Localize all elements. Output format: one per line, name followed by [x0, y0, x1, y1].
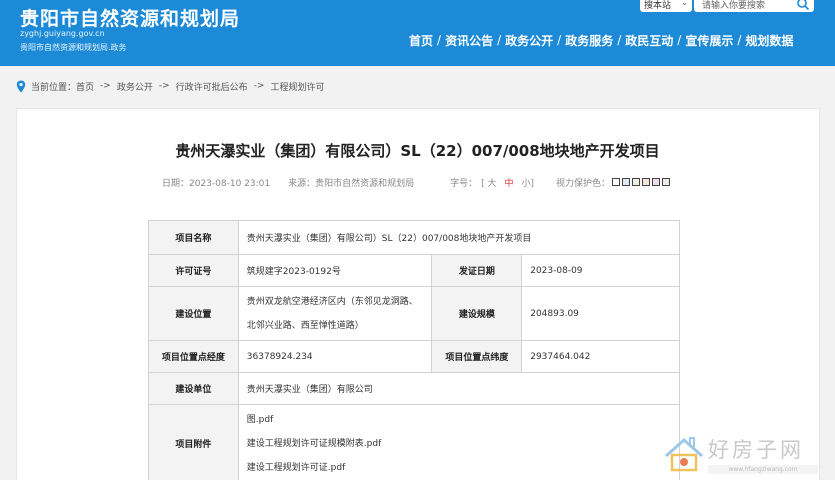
- breadcrumb: 当前位置： 首页 -> 政务公开 -> 行政许可批后公布 -> 工程规划许可: [16, 78, 324, 94]
- breadcrumb-separator: ->: [100, 81, 111, 91]
- nav-divider: /: [497, 33, 502, 47]
- nav-home[interactable]: 首页: [409, 32, 433, 49]
- scale-value: 204893.09: [521, 286, 680, 341]
- site-subtitle: 贵阳市自然资源和规划局.政务: [20, 43, 127, 52]
- permit-no-value: 筑规建字2023-0192号: [237, 254, 433, 287]
- breadcrumb-separator: ->: [253, 81, 265, 91]
- issue-date-label: 发证日期: [431, 254, 523, 287]
- breadcrumb-planning-permit[interactable]: 工程规划许可: [270, 80, 324, 93]
- location-line: 北邻兴业路、西至惮性道路）: [246, 320, 364, 331]
- search-scope-label: 搜本站: [644, 1, 672, 11]
- table-row: 建设单位 贵州天瀑实业（集团）有限公司: [148, 372, 681, 405]
- breadcrumb-separator: ->: [158, 81, 170, 91]
- latitude-label: 项目位置点纬度: [431, 340, 523, 373]
- latitude-value: 2937464.042: [521, 340, 680, 373]
- nav-planning-data[interactable]: 规划数据: [745, 32, 793, 49]
- attachment-link[interactable]: 建设工程规划许可证.pdf: [247, 456, 671, 480]
- location-value: 贵州双龙航空港经济区内（东邻见龙洞路、 北邻兴业路、西至惮性道路）: [237, 286, 433, 341]
- project-name-label: 项目名称: [148, 220, 239, 255]
- site-url: zyghj.guiyang.gov.cn: [20, 29, 105, 38]
- eye-care-swatch[interactable]: [662, 178, 671, 186]
- nav-divider: /: [737, 33, 742, 47]
- eye-care-label: 视力保护色：: [556, 178, 611, 189]
- nav-divider: /: [617, 33, 622, 47]
- eye-care-swatch[interactable]: [612, 178, 621, 186]
- search-scope-select[interactable]: 搜本站 ⌄: [640, 0, 692, 12]
- search-icon[interactable]: [796, 0, 810, 11]
- location-label: 建设位置: [148, 286, 239, 341]
- chevron-down-icon: ⌄: [681, 0, 688, 7]
- nav-interaction[interactable]: 政民互动: [625, 32, 673, 49]
- article-date: 日期：2023-08-10 23:01: [162, 178, 271, 189]
- table-row: 许可证号 筑规建字2023-0192号 发证日期 2023-08-09: [148, 254, 680, 287]
- house-logo-icon: [665, 437, 703, 472]
- watermark-text: 好房子网: [708, 438, 804, 462]
- permit-info-table: 项目名称 贵州天瀑实业（集团）有限公司）SL（22）007/008地块地产开发项…: [148, 220, 681, 480]
- scale-label: 建设规模: [431, 286, 523, 341]
- table-row: 项目位置点经度 36378924.234 项目位置点纬度 2937464.042: [148, 340, 680, 373]
- nav-showcase[interactable]: 宣传展示: [685, 32, 733, 49]
- attachment-link[interactable]: 图.pdf: [247, 408, 671, 432]
- site-header: 贵阳市自然资源和规划局 zyghj.guiyang.gov.cn 贵阳市自然资源…: [0, 0, 835, 66]
- nav-gov-service[interactable]: 政务服务: [565, 32, 613, 49]
- breadcrumb-gov-open[interactable]: 政务公开: [117, 80, 153, 93]
- table-row: 项目附件 图.pdf 建设工程规划许可证规模附表.pdf 建设工程规划许可证.p…: [148, 404, 681, 480]
- font-size-large[interactable]: [ 大: [481, 176, 496, 189]
- eye-care-swatch[interactable]: [632, 178, 641, 186]
- article-source: 来源：贵阳市自然资源和规划局: [288, 178, 415, 189]
- construction-unit-value: 贵州天瀑实业（集团）有限公司: [237, 372, 681, 405]
- longitude-value: 36378924.234: [237, 340, 433, 373]
- article-title: 贵州天瀑实业（集团）有限公司）SL（22）007/008地块地产开发项目: [175, 142, 660, 160]
- attachments-label: 项目附件: [148, 404, 239, 480]
- table-row: 建设位置 贵州双龙航空港经济区内（东邻见龙洞路、 北邻兴业路、西至惮性道路） 建…: [148, 286, 680, 341]
- eye-care-swatch[interactable]: [622, 178, 631, 186]
- breadcrumb-permit-publish[interactable]: 行政许可批后公布: [176, 80, 248, 93]
- nav-divider: /: [677, 33, 682, 47]
- main-nav: 首页 / 资讯公告 / 政务公开 / 政务服务 / 政民互动 / 宣传展示 / …: [409, 32, 793, 48]
- location-line: 贵州双龙航空港经济区内（东邻见龙洞路、: [246, 296, 418, 307]
- site-title[interactable]: 贵阳市自然资源和规划局: [20, 4, 240, 31]
- construction-unit-label: 建设单位: [148, 372, 239, 405]
- permit-no-label: 许可证号: [148, 254, 239, 287]
- breadcrumb-label: 当前位置：: [31, 82, 77, 93]
- font-size-medium[interactable]: 中: [505, 176, 514, 189]
- font-size-small[interactable]: 小]: [522, 176, 535, 189]
- attachments-value: 图.pdf 建设工程规划许可证规模附表.pdf 建设工程规划许可证.pdf: [237, 404, 681, 480]
- nav-gov-open[interactable]: 政务公开: [505, 32, 553, 49]
- eye-care-swatch[interactable]: [642, 178, 651, 186]
- issue-date-value: 2023-08-09: [521, 254, 680, 287]
- location-pin-icon: [16, 80, 26, 92]
- font-size-label: 字号：: [450, 178, 478, 189]
- nav-divider: /: [557, 33, 562, 47]
- watermark: 好房子网 www.hfangziwang.com: [662, 432, 822, 476]
- nav-news[interactable]: 资讯公告: [445, 32, 493, 49]
- longitude-label: 项目位置点经度: [148, 340, 239, 373]
- attachment-link[interactable]: 建设工程规划许可证规模附表.pdf: [247, 432, 671, 456]
- breadcrumb-home[interactable]: 首页: [76, 80, 94, 93]
- project-name-value: 贵州天瀑实业（集团）有限公司）SL（22）007/008地块地产开发项目: [237, 220, 681, 255]
- table-row: 项目名称 贵州天瀑实业（集团）有限公司）SL（22）007/008地块地产开发项…: [148, 220, 681, 255]
- nav-divider: /: [437, 33, 442, 47]
- watermark-url: www.hfangziwang.com: [708, 465, 818, 474]
- eye-care-swatch[interactable]: [652, 178, 661, 186]
- article-meta: 日期：2023-08-10 23:01 来源：贵阳市自然资源和规划局 字号： […: [162, 176, 672, 189]
- eye-care-swatches: [612, 178, 672, 186]
